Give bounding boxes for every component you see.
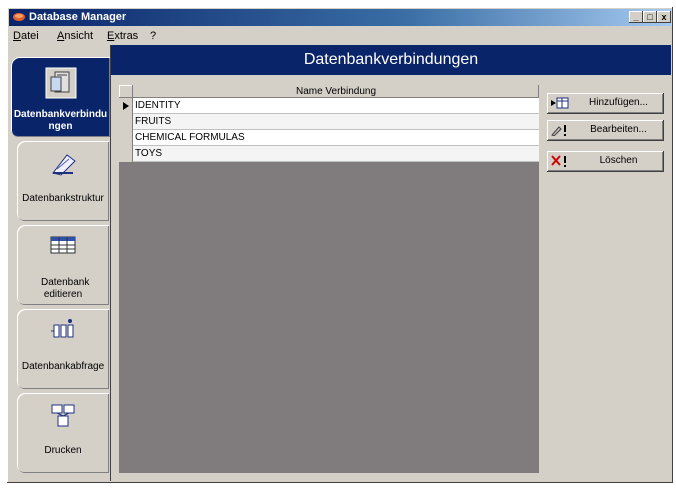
grid-header: Name Verbindung [119,85,539,98]
add-icon [551,97,569,109]
connection-name: FRUITS [135,116,172,127]
delete-button[interactable]: Löschen [547,151,664,172]
row-header[interactable] [119,146,133,162]
title-bar: Database Manager _ □ x [9,9,671,26]
nav-datenbankabfrage[interactable]: Datenbankabfrage [17,309,109,389]
column-header-name[interactable]: Name Verbindung [133,85,539,98]
row-header[interactable] [119,98,133,114]
add-button-label: Hinzufügen... [589,97,648,108]
menu-ansicht[interactable]: Ansicht [57,30,93,42]
table-row[interactable]: FRUITS [119,114,539,130]
table-row[interactable]: TOYS [119,146,539,162]
page-title: Datenbankverbindungen [111,45,671,75]
delete-button-label: Löschen [599,155,638,166]
print-icon [51,404,75,427]
menu-datei[interactable]: Datei [13,30,39,42]
grid-corner [119,85,133,98]
menu-bar: Datei Ansicht Extras ? [9,28,671,44]
app-window: Database Manager _ □ x Datei Ansicht Ext… [7,7,673,483]
current-row-icon [123,102,129,110]
window-title: Database Manager [29,11,127,23]
connection-name: CHEMICAL FORMULAS [135,132,245,143]
row-header[interactable] [119,114,133,130]
delete-icon [551,155,566,167]
nav-label: Datenbank editieren [41,277,90,300]
close-button[interactable]: x [657,11,671,23]
row-header[interactable] [119,130,133,146]
database-connections-icon [45,67,76,99]
database-structure-icon [52,154,76,176]
minimize-button[interactable]: _ [629,11,643,23]
nav-drucken[interactable]: Drucken [17,393,109,473]
nav-label: Datenbankverbindungen [13,109,108,132]
edit-button-label: Bearbeiten... [590,124,647,135]
nav-datenbankverbindungen[interactable]: Datenbankverbindungen [11,57,110,137]
app-icon [13,13,25,21]
navigation-panel: Datenbankverbindungen Datenbankstruktur … [9,45,111,481]
menu-extras[interactable]: Extras [107,30,138,42]
edit-button[interactable]: Bearbeiten... [547,120,664,141]
add-button[interactable]: Hinzufügen... [547,93,664,114]
connections-grid[interactable]: Name Verbindung IDENTITY FRUITS CHEMICAL… [119,85,539,473]
edit-table-icon [50,236,76,254]
nav-label: Datenbankstruktur [22,193,104,204]
table-row[interactable]: CHEMICAL FORMULAS [119,130,539,146]
nav-label: Datenbankabfrage [21,361,105,372]
nav-datenbankstruktur[interactable]: Datenbankstruktur [17,141,109,221]
maximize-button[interactable]: □ [643,11,657,23]
nav-datenbank-editieren[interactable]: Datenbank editieren [17,225,109,305]
edit-icon [551,125,566,136]
table-row[interactable]: IDENTITY [119,98,539,114]
connection-name: IDENTITY [135,100,181,111]
menu-help[interactable]: ? [150,30,156,42]
connection-name: TOYS [135,148,163,159]
nav-label: Drucken [44,445,82,456]
query-icon [51,319,74,338]
